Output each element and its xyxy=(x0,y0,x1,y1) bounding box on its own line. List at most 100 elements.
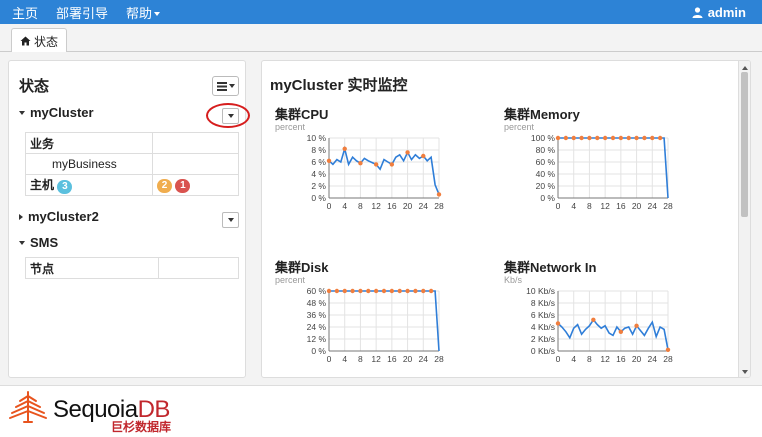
x-tick-label: 16 xyxy=(387,354,397,364)
chevron-down-icon xyxy=(228,84,235,88)
chart-title: 集群Memory xyxy=(504,107,580,122)
host-status-cell: 2 1 xyxy=(152,174,239,196)
data-point xyxy=(642,135,647,141)
y-tick-label: 10 % xyxy=(307,134,327,143)
business-link[interactable]: myBusiness xyxy=(25,153,153,175)
table-row[interactable]: myBusiness xyxy=(25,153,239,175)
table-row[interactable]: 主机 3 2 1 xyxy=(25,174,239,196)
data-point xyxy=(618,135,624,141)
data-point xyxy=(413,288,418,294)
data-point xyxy=(634,135,639,141)
highlight-circle xyxy=(206,103,250,128)
table-cell: 节点 xyxy=(25,257,159,279)
x-tick-label: 0 xyxy=(327,201,332,211)
nav-help[interactable]: 帮助 xyxy=(126,3,161,22)
x-tick-label: 8 xyxy=(587,354,592,364)
x-tick-label: 4 xyxy=(342,201,347,211)
y-tick-label: 2 Kb/s xyxy=(531,334,555,344)
tab-status-label: 状态 xyxy=(34,34,59,49)
user-icon xyxy=(692,6,703,18)
nav-deploy-guide[interactable]: 部署引导 xyxy=(56,3,108,22)
x-tick-label: 20 xyxy=(403,354,413,364)
data-point xyxy=(428,288,434,294)
hosts-label: 主机 xyxy=(30,178,55,192)
x-tick-label: 16 xyxy=(616,354,626,364)
x-tick-label: 8 xyxy=(358,354,363,364)
data-point xyxy=(555,321,561,326)
x-tick-label: 4 xyxy=(571,354,576,364)
chart-unit: percent xyxy=(275,122,306,132)
x-tick-label: 8 xyxy=(587,201,592,211)
chart-disk: 集群Disk percent 60 % 48 % 36 % 24 % 12 % 0 % 0 4… xyxy=(271,257,471,377)
x-tick-label: 28 xyxy=(434,354,444,364)
status-panel-title: 状态 xyxy=(19,78,50,95)
x-tick-label: 24 xyxy=(648,354,658,364)
error-badge[interactable]: 1 xyxy=(175,179,191,193)
expand-caret-icon xyxy=(19,240,25,245)
data-point xyxy=(373,162,379,167)
data-point xyxy=(350,288,355,294)
chart-cpu: 集群CPU percent 10 % 8 % 6 % 4 % 2 % 0 % 0 4 8 12 16… xyxy=(271,104,471,249)
data-point xyxy=(610,135,616,141)
data-point xyxy=(563,135,569,141)
x-tick-label: 24 xyxy=(419,354,429,364)
chart-unit: Kb/s xyxy=(504,275,523,285)
table-row: 业务 xyxy=(25,132,239,154)
scroll-up-icon[interactable] xyxy=(742,66,748,70)
warning-badge[interactable]: 2 xyxy=(157,179,172,193)
y-tick-label: 8 % xyxy=(311,145,326,155)
x-tick-label: 28 xyxy=(663,201,673,211)
chart-network-plot: 10 Kb/s 8 Kb/s 6 Kb/s 4 Kb/s 2 Kb/s 0 Kb/s0 4 8… xyxy=(526,287,673,364)
y-tick-label: 60 % xyxy=(536,157,556,167)
x-tick-label: 24 xyxy=(419,201,429,211)
x-tick-label: 12 xyxy=(371,354,381,364)
cluster-dropdown-button[interactable] xyxy=(222,212,239,228)
x-tick-label: 0 xyxy=(327,354,332,364)
list-menu-button[interactable] xyxy=(212,76,239,96)
data-point xyxy=(665,347,671,352)
data-point xyxy=(634,323,639,328)
scroll-down-icon[interactable] xyxy=(742,370,748,374)
y-tick-label: 0 % xyxy=(540,193,555,203)
data-point xyxy=(358,161,363,166)
data-point xyxy=(657,135,663,141)
nav-help-label: 帮助 xyxy=(126,5,153,21)
hosts-cell[interactable]: 主机 3 xyxy=(25,174,153,196)
data-point xyxy=(389,288,395,294)
cluster-header-sms[interactable]: SMS xyxy=(19,235,58,250)
nav-home[interactable]: 主页 xyxy=(12,3,38,22)
scroll-thumb[interactable] xyxy=(741,72,748,217)
series-line xyxy=(557,318,669,350)
cluster-header-mycluster2[interactable]: myCluster2 xyxy=(19,209,99,224)
x-tick-label: 12 xyxy=(600,354,610,364)
chart-title: 集群Disk xyxy=(275,260,329,275)
vertical-scrollbar[interactable] xyxy=(738,61,750,377)
tab-status[interactable]: 状态 xyxy=(11,28,68,53)
data-point xyxy=(591,317,596,322)
table-cell xyxy=(152,153,239,175)
y-tick-label: 36 % xyxy=(307,310,327,320)
monitor-panel: myCluster 实时监控 集群CPU percent 10 % 8 % 6 % 4… xyxy=(261,60,751,378)
data-point xyxy=(389,162,395,167)
chart-cpu-plot: 10 % 8 % 6 % 4 % 2 % 0 %0 4 8 12 16 20 24 28 xyxy=(307,134,444,211)
data-point xyxy=(595,135,600,141)
y-tick-label: 0 % xyxy=(311,193,326,203)
chart-title: 集群Network In xyxy=(504,260,597,275)
top-navbar: 主页 部署引导 帮助 admin xyxy=(0,0,762,24)
host-count-badge: 3 xyxy=(57,180,73,194)
y-tick-label: 48 % xyxy=(307,298,327,308)
table-row: 节点 xyxy=(25,257,239,279)
x-tick-label: 8 xyxy=(358,201,363,211)
data-point xyxy=(421,288,426,294)
data-point xyxy=(571,135,576,141)
y-tick-label: 8 Kb/s xyxy=(531,298,555,308)
x-tick-label: 0 xyxy=(556,354,561,364)
y-tick-label: 100 % xyxy=(531,134,556,143)
monitor-title: myCluster 实时监控 xyxy=(270,77,408,94)
user-menu[interactable]: admin xyxy=(692,0,746,24)
x-tick-label: 20 xyxy=(403,201,413,211)
y-tick-label: 6 Kb/s xyxy=(531,310,555,320)
cluster-header-mycluster[interactable]: myCluster xyxy=(19,105,94,120)
data-point xyxy=(555,135,561,141)
data-point xyxy=(326,288,332,294)
